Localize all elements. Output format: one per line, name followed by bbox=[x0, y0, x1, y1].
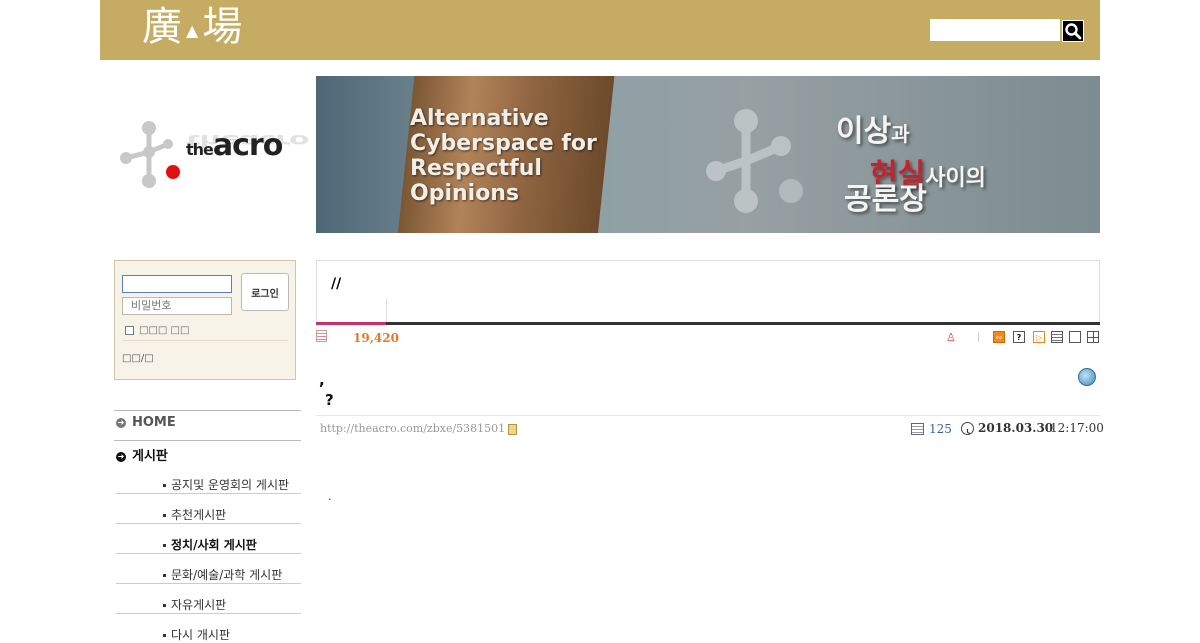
member-icon[interactable]: ♙ bbox=[946, 331, 956, 344]
nav-sub-recommended[interactable]: 추천게시판 bbox=[163, 506, 226, 523]
board-header: // bbox=[316, 260, 1100, 324]
arrow-circle-icon: ➜ bbox=[116, 417, 126, 428]
post-title: , ? bbox=[319, 371, 334, 409]
site-logo-hanja[interactable]: 廣 ▲場 bbox=[142, 0, 244, 52]
search-input[interactable] bbox=[930, 19, 1060, 41]
help-icon[interactable]: ? bbox=[1013, 331, 1025, 343]
read-count-icon bbox=[911, 423, 924, 435]
bullet-icon bbox=[163, 574, 166, 577]
user-id-input[interactable] bbox=[122, 275, 232, 293]
top-header-bar: 廣 ▲場 bbox=[100, 0, 1100, 60]
list-view-icon[interactable] bbox=[1051, 331, 1063, 343]
nav-board[interactable]: ➜ 게시판 bbox=[116, 445, 168, 464]
nav-divider bbox=[116, 613, 301, 614]
board-tab-bar bbox=[316, 322, 1100, 325]
globe-icon[interactable] bbox=[1078, 368, 1096, 386]
bullet-icon bbox=[163, 544, 166, 547]
login-box: 로그인 □□□ □□ □□/□ bbox=[114, 260, 296, 380]
bullet-icon bbox=[163, 514, 166, 517]
bullet-icon bbox=[163, 634, 166, 637]
nav-divider bbox=[116, 583, 301, 584]
checkbox-icon bbox=[125, 325, 134, 335]
banner-korean-slogan-line2: 공론장 bbox=[844, 182, 927, 217]
nav-sub-free[interactable]: 자유게시판 bbox=[163, 596, 226, 613]
nav-divider bbox=[116, 493, 301, 494]
remember-me-checkbox[interactable]: □□□ □□ bbox=[125, 325, 189, 336]
search-icon bbox=[1065, 23, 1082, 40]
clock-icon bbox=[961, 422, 974, 435]
logo-triangle-icon: ▲ bbox=[186, 20, 201, 40]
bullet-icon bbox=[163, 484, 166, 487]
logo-wordmark: theacro bbox=[186, 128, 283, 163]
search-button[interactable] bbox=[1062, 20, 1084, 42]
nav-sub-notice[interactable]: 공지및 운영회의 게시판 bbox=[163, 476, 289, 493]
nav-sub-politics[interactable]: 정치/사회 게시판 bbox=[163, 536, 257, 553]
rss-icon[interactable]: ∾ bbox=[993, 331, 1005, 343]
post-date: 2018.03.30 bbox=[978, 421, 1054, 435]
banner-molecule-icon bbox=[706, 109, 803, 213]
nav-home[interactable]: ➜ HOME bbox=[116, 415, 176, 430]
logo-acro: acro bbox=[212, 128, 283, 163]
hero-banner: Alternative Cyberspace for Respectful Op… bbox=[316, 76, 1100, 233]
acro-molecule-icon bbox=[120, 121, 180, 188]
login-divider bbox=[122, 340, 288, 341]
post-body: . bbox=[328, 490, 332, 503]
banner-english-slogan: Alternative Cyberspace for Respectful Op… bbox=[410, 106, 597, 206]
bullet-icon bbox=[163, 604, 166, 607]
site-logo[interactable]: theacro theacro bbox=[116, 118, 308, 198]
post-divider bbox=[316, 415, 1100, 416]
logo-the: the bbox=[186, 140, 214, 159]
toolbar-separator bbox=[978, 332, 979, 342]
nav-sub-next[interactable]: 다시 개시판 bbox=[163, 626, 230, 643]
board-tab-divider bbox=[386, 298, 387, 324]
password-input[interactable] bbox=[122, 297, 232, 315]
nav-divider bbox=[114, 410, 301, 411]
gallery-view-icon[interactable] bbox=[1087, 331, 1099, 343]
webzine-view-icon[interactable] bbox=[1069, 331, 1081, 343]
nav-divider bbox=[114, 440, 301, 441]
post-read-count: 125 bbox=[929, 422, 952, 436]
board-tab-active-indicator bbox=[316, 322, 386, 325]
logo-hanja-char-2: 場 bbox=[202, 4, 245, 50]
nav-sub-culture[interactable]: 문화/예술/과학 게시판 bbox=[163, 566, 282, 583]
play-icon[interactable]: ▷ bbox=[1033, 331, 1045, 343]
copy-note-icon[interactable] bbox=[508, 423, 518, 435]
nav-divider bbox=[116, 523, 301, 524]
signup-link[interactable]: □□/□ bbox=[122, 353, 154, 364]
login-button[interactable]: 로그인 bbox=[241, 273, 289, 311]
board-title: // bbox=[331, 276, 342, 292]
list-icon[interactable] bbox=[316, 330, 327, 342]
post-time: 12:17:00 bbox=[1050, 421, 1104, 435]
logo-hanja-char-1: 廣 bbox=[142, 4, 184, 50]
nav-divider bbox=[116, 553, 301, 554]
arrow-circle-icon: ➜ bbox=[116, 451, 126, 462]
post-permalink[interactable]: http://theacro.com/zbxe/5381501 bbox=[320, 422, 518, 435]
board-view-count: 19,420 bbox=[353, 331, 399, 345]
